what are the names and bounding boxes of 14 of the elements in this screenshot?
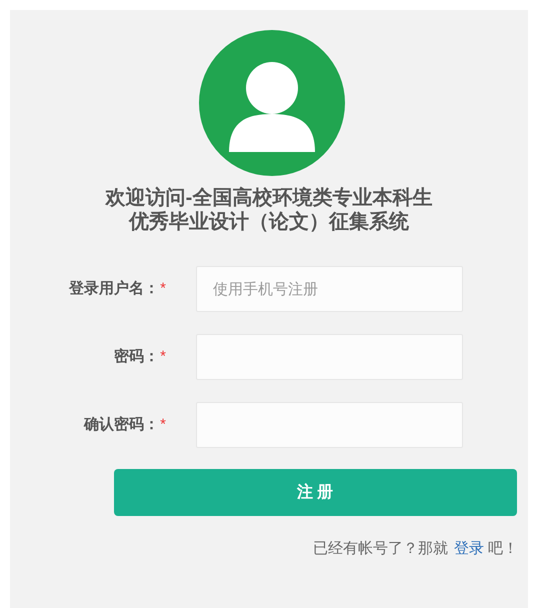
user-avatar-icon xyxy=(199,30,345,176)
required-mark: * xyxy=(160,346,166,367)
footer-text: 已经有帐号了？那就 xyxy=(313,539,448,559)
field-label: 密码： xyxy=(114,346,160,367)
footer-text: 吧！ xyxy=(488,539,518,559)
input-field[interactable]: 使用手机号注册 xyxy=(196,266,463,312)
register-button[interactable]: 注 册 xyxy=(114,469,516,516)
login-link[interactable]: 登录 xyxy=(454,538,484,560)
required-mark: * xyxy=(160,414,166,435)
page-title: 欢迎访问-全国高校环境类专业本科生 xyxy=(106,186,432,210)
page-title: 优秀毕业设计（论文）征集系统 xyxy=(128,210,409,234)
field-label: 确认密码： xyxy=(84,414,160,435)
field-label: 登录用户名： xyxy=(69,278,160,299)
required-mark: * xyxy=(160,278,166,299)
